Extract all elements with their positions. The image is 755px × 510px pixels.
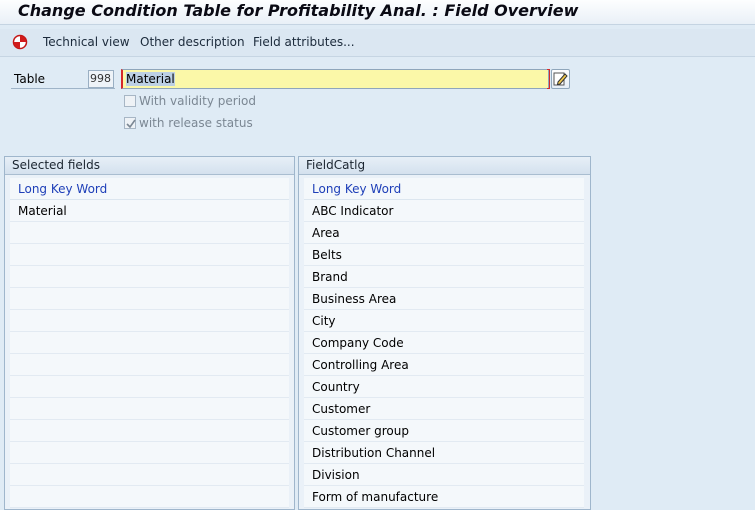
- selected-fields-title: Selected fields: [5, 157, 294, 175]
- validity-period-checkbox[interactable]: [124, 95, 136, 107]
- table-row[interactable]: City: [304, 310, 584, 332]
- required-field-marker: [547, 69, 550, 89]
- table-name-value: Material: [126, 72, 175, 86]
- table-row[interactable]: Controlling Area: [304, 354, 584, 376]
- table-row[interactable]: Distribution Channel: [304, 442, 584, 464]
- selected-fields-panel: Selected fields Long Key Word Material: [4, 156, 295, 510]
- table-label: Table: [14, 72, 46, 86]
- table-row[interactable]: Division: [304, 464, 584, 486]
- selected-fields-table: Long Key Word Material: [10, 178, 289, 508]
- other-description-button[interactable]: Other description: [140, 35, 245, 49]
- table-row[interactable]: [10, 464, 289, 486]
- table-row[interactable]: Belts: [304, 244, 584, 266]
- table-row[interactable]: Business Area: [304, 288, 584, 310]
- field-catalog-panel: FieldCatlg Long Key Word ABC Indicator Ar…: [298, 156, 591, 510]
- table-row[interactable]: [10, 420, 289, 442]
- release-status-checkbox-row[interactable]: with release status: [124, 116, 253, 130]
- table-row[interactable]: Customer group: [304, 420, 584, 442]
- table-row[interactable]: [10, 244, 289, 266]
- validity-period-checkbox-row[interactable]: With validity period: [124, 94, 256, 108]
- field-attributes-button[interactable]: Field attributes...: [253, 35, 355, 49]
- table-row[interactable]: ABC Indicator: [304, 200, 584, 222]
- table-number-field: 998: [88, 70, 114, 88]
- table-row[interactable]: [10, 442, 289, 464]
- table-row[interactable]: Area: [304, 222, 584, 244]
- table-name-input[interactable]: Material: [121, 69, 549, 89]
- title-bar: Change Condition Table for Profitability…: [0, 0, 755, 25]
- page-title: Change Condition Table for Profitability…: [18, 1, 579, 20]
- table-row[interactable]: Country: [304, 376, 584, 398]
- table-row[interactable]: [10, 222, 289, 244]
- validity-period-label: With validity period: [139, 94, 256, 108]
- edit-button[interactable]: [551, 69, 570, 89]
- table-row[interactable]: Company Code: [304, 332, 584, 354]
- table-row[interactable]: [10, 288, 289, 310]
- table-row[interactable]: [10, 332, 289, 354]
- application-toolbar: Technical view Other description Field a…: [0, 29, 755, 57]
- table-row[interactable]: [10, 266, 289, 288]
- table-row[interactable]: [10, 354, 289, 376]
- table-row[interactable]: [10, 310, 289, 332]
- table-row[interactable]: Material: [10, 200, 289, 222]
- field-catalog-column-header[interactable]: Long Key Word: [304, 178, 584, 200]
- table-label-underline: [11, 88, 115, 89]
- table-row[interactable]: Form of manufacture: [304, 486, 584, 508]
- field-catalog-table: Long Key Word ABC Indicator Area Belts Bran…: [304, 178, 584, 508]
- exit-icon[interactable]: [12, 34, 28, 50]
- technical-view-button[interactable]: Technical view: [43, 35, 130, 49]
- release-status-checkbox[interactable]: [124, 117, 136, 129]
- field-catalog-title: FieldCatlg: [299, 157, 590, 175]
- table-row[interactable]: Brand: [304, 266, 584, 288]
- edit-pencil-icon: [553, 72, 568, 86]
- table-row[interactable]: [10, 486, 289, 508]
- table-row[interactable]: [10, 398, 289, 420]
- checkbox-checked-icon: [126, 119, 136, 129]
- table-row[interactable]: [10, 376, 289, 398]
- release-status-label: with release status: [139, 116, 253, 130]
- table-row[interactable]: Customer: [304, 398, 584, 420]
- selected-fields-column-header[interactable]: Long Key Word: [10, 178, 289, 200]
